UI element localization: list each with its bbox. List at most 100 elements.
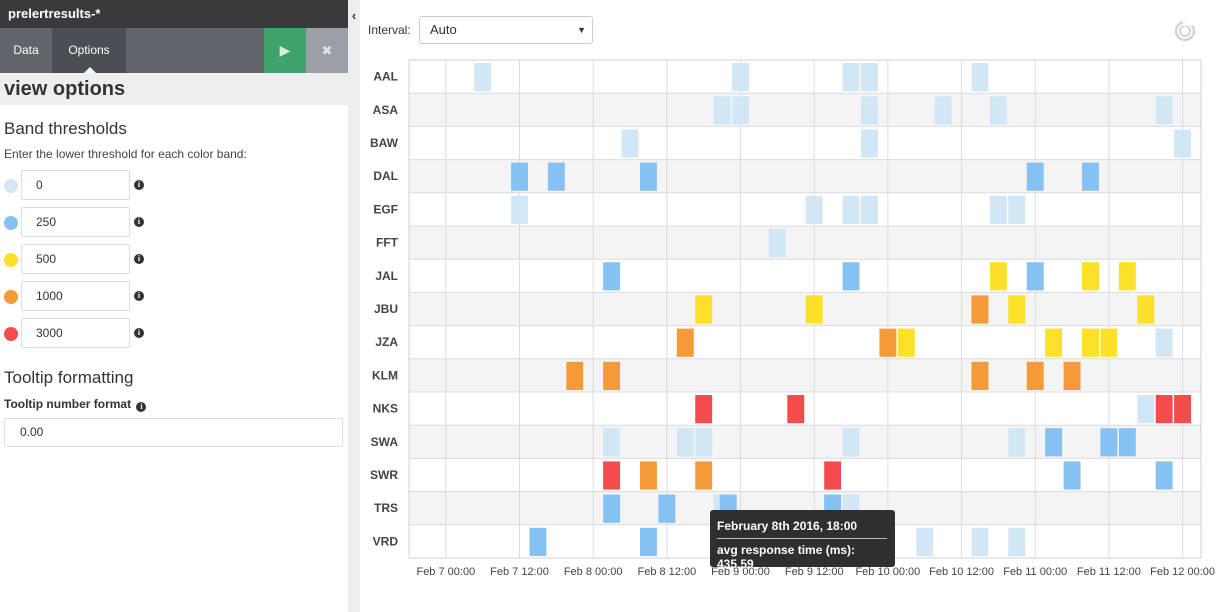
tooltip-number-format-label: Tooltip number format (4, 397, 132, 411)
x-tick-label: Feb 10 12:00 (929, 566, 994, 578)
x-tick-label: Feb 7 00:00 (416, 566, 475, 578)
row-background (409, 226, 1201, 260)
row-background (409, 60, 1201, 94)
heatmap-cell (529, 527, 547, 556)
band-color-dot (4, 327, 18, 341)
close-icon: ✖ (321, 43, 333, 58)
row-label: NKS (373, 402, 398, 416)
info-icon[interactable]: i (134, 254, 144, 264)
row-label: SWA (371, 435, 399, 449)
heatmap-cell (695, 395, 713, 424)
heatmap-cell (1045, 428, 1063, 457)
heatmap-cell (1118, 262, 1136, 291)
band-color-dot (4, 216, 18, 230)
heatmap-cell (1155, 96, 1173, 125)
band-threshold-input[interactable]: 3000 (21, 318, 130, 348)
heatmap-cell (639, 527, 657, 556)
row-label: EGF (373, 202, 398, 216)
info-icon[interactable]: i (134, 180, 144, 190)
heatmap-cell (971, 527, 989, 556)
row-label: BAW (370, 136, 399, 150)
band-thresholds-title: Band thresholds (4, 119, 127, 138)
heatmap-cell (603, 494, 621, 523)
band-threshold-input[interactable]: 500 (21, 244, 130, 274)
discard-button[interactable]: ✖ (306, 28, 348, 73)
heatmap-cell (971, 361, 989, 390)
heatmap-cell (1100, 328, 1118, 357)
sidebar: prelertresults-* Data Options ▶ ✖ view o… (0, 0, 348, 612)
heatmap-cell (1100, 428, 1118, 457)
heatmap-cell (824, 461, 842, 490)
heatmap-cell (695, 295, 713, 324)
info-icon[interactable]: i (134, 291, 144, 301)
heatmap-cell (1137, 295, 1155, 324)
active-tab-caret (84, 67, 96, 73)
panel-splitter[interactable]: ‹ (348, 0, 360, 612)
x-tick-label: Feb 7 12:00 (490, 566, 549, 578)
heatmap-cell (1082, 328, 1099, 357)
heatmap-cell (695, 428, 713, 457)
heatmap-cell (1137, 395, 1155, 424)
band-row: 3000 i (0, 315, 348, 352)
heatmap-cell (621, 129, 639, 158)
heatmap-cell (603, 361, 621, 390)
x-tick-label: Feb 11 00:00 (1003, 566, 1067, 578)
heatmap-cell (603, 428, 621, 457)
heatmap-cell (805, 195, 823, 224)
heatmap-cell (1082, 162, 1099, 191)
row-background (409, 392, 1201, 426)
heatmap-cell (1155, 395, 1173, 424)
row-background (409, 292, 1201, 326)
tooltip-number-format-input[interactable]: 0.00 (4, 418, 343, 447)
info-icon[interactable]: i (136, 402, 147, 412)
info-icon[interactable]: i (134, 328, 144, 338)
heatmap-cell (566, 361, 584, 390)
heatmap-cell (474, 63, 492, 92)
app-title: prelertresults-* (0, 0, 348, 28)
row-label: AAL (373, 70, 398, 84)
heatmap-cell (1008, 195, 1026, 224)
heatmap-cell (842, 428, 860, 457)
heatmap-cell (658, 494, 676, 523)
heatmap-cell (842, 63, 860, 92)
tooltip-formatting-title: Tooltip formatting (4, 368, 134, 387)
heatmap-cell (842, 195, 860, 224)
heatmap-cell (676, 328, 694, 357)
heatmap-cell (1045, 328, 1063, 357)
tab-data[interactable]: Data (0, 28, 52, 73)
band-threshold-input[interactable]: 250 (21, 207, 130, 237)
band-color-dot (4, 253, 18, 267)
tooltip-title: February 8th 2016, 18:00 (717, 519, 858, 533)
chart-tooltip: February 8th 2016, 18:00 avg response ti… (710, 510, 895, 571)
row-label: ASA (373, 103, 399, 117)
heatmap-cell (934, 96, 952, 125)
band-threshold-input[interactable]: 0 (21, 170, 130, 200)
interval-select-value: Auto (430, 22, 457, 37)
spinner-logo-icon (1174, 20, 1196, 42)
heatmap-cell (1174, 129, 1192, 158)
row-label: DAL (373, 169, 398, 183)
row-background (409, 458, 1201, 492)
tooltip-value: avg response time (ms): 435.59 (717, 543, 856, 571)
view-options-header: view options (0, 73, 348, 105)
info-icon[interactable]: i (134, 217, 144, 227)
heatmap-cell (603, 461, 621, 490)
tab-bar: Data Options ▶ ✖ (0, 28, 348, 73)
heatmap-cell (511, 162, 528, 191)
heatmap-cell (861, 63, 878, 92)
band-threshold-input[interactable]: 1000 (21, 281, 130, 311)
heatmap-cell (989, 262, 1007, 291)
heatmap-cell (639, 461, 657, 490)
heatmap-cell (1155, 461, 1173, 490)
heatmap-cell (1063, 361, 1081, 390)
collapse-panel-icon[interactable]: ‹ (348, 8, 360, 23)
band-row: 0 i (0, 167, 348, 204)
heatmap-cell (676, 428, 694, 457)
run-button[interactable]: ▶ (264, 28, 306, 73)
row-background (409, 358, 1201, 392)
interval-select[interactable]: Auto ▼ (419, 16, 593, 44)
row-label: VRD (373, 534, 399, 548)
heatmap-cell (511, 195, 528, 224)
interval-label: Interval: (368, 23, 411, 37)
band-color-dot (4, 290, 18, 304)
